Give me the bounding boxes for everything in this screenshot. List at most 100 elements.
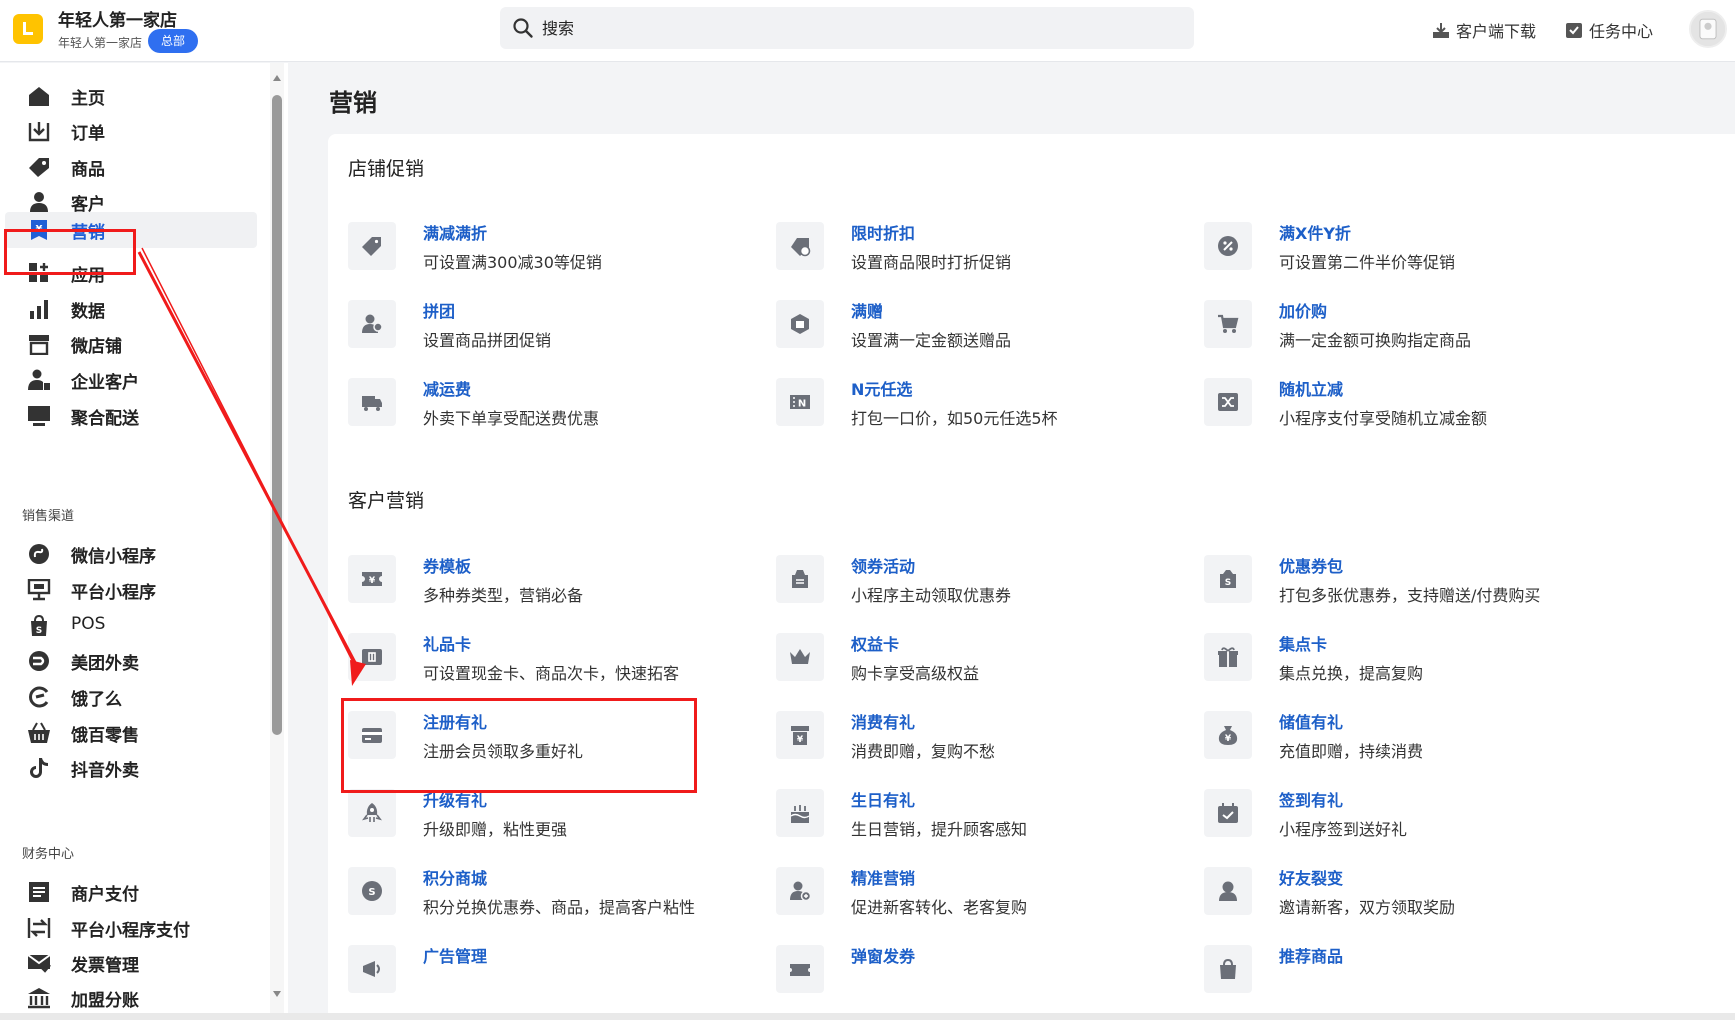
sidebar-item-apps[interactable]: 应用 [5, 255, 257, 291]
sidebar-scrollbar[interactable] [270, 63, 284, 1013]
sidebar-item-delivery[interactable]: 聚合配送 [5, 398, 257, 434]
card-title[interactable]: N元任选 [851, 376, 912, 400]
marketing-card-gift-card[interactable]: 礼品卡可设置现金卡、商品次卡，快速拓客 [328, 629, 768, 691]
search-input[interactable] [542, 7, 1182, 49]
marketing-card-tag-discount[interactable]: 满减满折 可设置满300减30等促销 [328, 218, 768, 280]
card-title[interactable]: 减运费 [423, 376, 471, 400]
marketing-card-cart[interactable]: 加价购 满一定金额可换购指定商品 [1184, 296, 1624, 358]
card-title[interactable]: 满赠 [851, 298, 883, 322]
marketing-card-recommend-bag[interactable]: 推荐商品 [1184, 941, 1624, 1003]
scrollbar-thumb[interactable] [272, 95, 282, 735]
card-title[interactable]: 优惠券包 [1279, 553, 1343, 577]
marketing-card-ad[interactable]: 广告管理 [328, 941, 768, 1003]
sidebar-item-marketing[interactable]: ¥ 营销 [5, 212, 257, 248]
card-title[interactable]: 积分商城 [423, 865, 487, 889]
user-avatar[interactable] [1689, 10, 1727, 48]
card-title[interactable]: 推荐商品 [1279, 943, 1343, 967]
card-title[interactable]: 权益卡 [851, 631, 899, 655]
client-download-link[interactable]: 客户端下载 [1431, 18, 1536, 42]
marketing-card-calendar-check[interactable]: 签到有礼 小程序签到送好礼 [1184, 785, 1624, 847]
sidebar-item-enterprise-customers[interactable]: 企业客户 [5, 362, 257, 398]
card-title[interactable]: 礼品卡 [423, 631, 471, 655]
card-description: 生日营销，提升顾客感知 [851, 820, 1028, 839]
card-title[interactable]: 广告管理 [423, 943, 487, 967]
marketing-card-crown[interactable]: 权益卡 购卡享受高级权益 [756, 629, 1196, 691]
card-title[interactable]: 生日有礼 [851, 787, 915, 811]
card-icon-tile [1204, 378, 1252, 426]
shop-name[interactable]: 年轻人第一家店 [58, 6, 177, 31]
sidebar-item-platform-mini[interactable]: 平台小程序 [5, 572, 257, 608]
pos-bag-icon: S [31, 615, 47, 636]
sidebar-item-label: 商户支付 [71, 885, 139, 905]
card-title[interactable]: 满X件Y折 [1279, 220, 1351, 244]
scroll-down-arrow-icon[interactable] [272, 989, 282, 999]
marketing-card-money-bag[interactable]: ¥ 储值有礼 充值即赠，持续消费 [1184, 707, 1624, 769]
marketing-card-card[interactable]: 注册有礼 注册会员领取多重好礼 [328, 707, 768, 769]
card-title[interactable]: 随机立减 [1279, 376, 1343, 400]
card-description: 升级即赠，粘性更强 [423, 820, 568, 839]
sidebar-item-home[interactable]: 主页 [5, 78, 257, 114]
sidebar-item-wechat-mini[interactable]: 微信小程序 [5, 536, 257, 572]
card-title[interactable]: 消费有礼 [851, 709, 915, 733]
marketing-card-coupon-bag[interactable]: 领券活动 小程序主动领取优惠券 [756, 551, 1196, 613]
marketing-card-n-ticket[interactable]: N N元任选 打包一口价，如50元任选5杯 [756, 374, 1196, 436]
card-description: 可设置现金卡、商品次卡，快速拓客 [423, 664, 680, 683]
sidebar-item-micro-store[interactable]: 微店铺 [5, 326, 257, 362]
card-title[interactable]: 加价购 [1279, 298, 1327, 322]
marketing-card-coupon[interactable]: ¥ 券模板 多种券类型，营销必备 [328, 551, 768, 613]
marketing-card-shuffle[interactable]: 随机立减 小程序支付享受随机立减金额 [1184, 374, 1624, 436]
scroll-up-arrow-icon[interactable] [272, 73, 282, 83]
marketing-card-truck[interactable]: 减运费 外卖下单享受配送费优惠 [328, 374, 768, 436]
search-box[interactable] [500, 7, 1194, 49]
marketing-card-popup-coupon[interactable]: 弹窗发券 [756, 941, 1196, 1003]
card-title[interactable]: 领券活动 [851, 553, 915, 577]
marketing-card-gift-box[interactable]: 集点卡集点兑换，提高复购 [1184, 629, 1624, 691]
card-title[interactable]: 储值有礼 [1279, 709, 1343, 733]
sidebar-item-products[interactable]: 商品 [5, 149, 257, 185]
sidebar-item-label: 抖音外卖 [71, 761, 139, 781]
brand-logo[interactable] [13, 14, 43, 44]
card-title[interactable]: 拼团 [423, 298, 455, 322]
sidebar-item-label: 营销 [71, 223, 105, 243]
card-title[interactable]: 券模板 [423, 553, 471, 577]
card-title[interactable]: 签到有礼 [1279, 787, 1343, 811]
marketing-card-target-user[interactable]: 精准营销 促进新客转化、老客复购 [756, 863, 1196, 925]
card-title[interactable]: 好友裂变 [1279, 865, 1343, 889]
card-title[interactable]: 注册有礼 [423, 709, 487, 733]
sidebar-item-franchise-split[interactable]: 加盟分账 [5, 980, 257, 1013]
marketing-card-friend[interactable]: 好友裂变 邀请新客，双方领取奖励 [1184, 863, 1624, 925]
sidebar-item-pos[interactable]: S POS [5, 608, 257, 644]
card-icon-tile [348, 633, 396, 681]
marketing-card-yen-box[interactable]: ¥ 消费有礼 消费即赠，复购不愁 [756, 707, 1196, 769]
marketing-card-group-users[interactable]: 拼团 设置商品拼团促销 [328, 296, 768, 358]
card-title[interactable]: 升级有礼 [423, 787, 487, 811]
sidebar-item-label: 聚合配送 [71, 409, 139, 429]
sidebar-item-merchant-pay[interactable]: 商户支付 [5, 874, 257, 910]
sidebar-item-invoice[interactable]: 发票管理 [5, 945, 257, 981]
coupon-icon: ¥ [362, 572, 382, 586]
marketing-card-percent[interactable]: 满X件Y折 可设置第二件半价等促销 [1184, 218, 1624, 280]
marketing-card-timed-tag[interactable]: 限时折扣 设置商品限时打折促销 [756, 218, 1196, 280]
sidebar-item-ebai-retail[interactable]: 饿百零售 [5, 715, 257, 751]
card-title[interactable]: 精准营销 [851, 865, 915, 889]
card-description: 集点兑换，提高复购 [1279, 664, 1424, 683]
bar-chart-icon [30, 300, 48, 319]
sidebar-item-orders[interactable]: 订单 [5, 113, 257, 149]
sidebar-item-eleme[interactable]: 饿了么 [5, 679, 257, 715]
sidebar-item-data[interactable]: 数据 [5, 291, 257, 327]
card-title[interactable]: 集点卡 [1279, 631, 1327, 655]
marketing-card-cake[interactable]: 生日有礼生日营销，提升顾客感知 [756, 785, 1196, 847]
card-title[interactable]: 满减满折 [423, 220, 487, 244]
marketing-card-points-coin[interactable]: S 积分商城 积分兑换优惠券、商品，提高客户粘性 [328, 863, 768, 925]
marketing-card-gift-hex[interactable]: 满赠 设置满一定金额送赠品 [756, 296, 1196, 358]
marketing-card-coupon-pack[interactable]: S 优惠券包 打包多张优惠券，支持赠送/付费购买 [1184, 551, 1624, 613]
marketing-card-rocket[interactable]: 升级有礼升级即赠，粘性更强 [328, 785, 768, 847]
document-icon [29, 882, 49, 902]
svg-text:S: S [368, 887, 375, 898]
card-title[interactable]: 弹窗发券 [851, 943, 915, 967]
task-center-link[interactable]: 任务中心 [1564, 18, 1653, 42]
sidebar-item-douyin[interactable]: 抖音外卖 [5, 750, 257, 786]
card-title[interactable]: 限时折扣 [851, 220, 915, 244]
sidebar-item-meituan[interactable]: 美团外卖 [5, 643, 257, 679]
sidebar-item-platform-pay[interactable]: 平台小程序支付 [5, 910, 257, 946]
